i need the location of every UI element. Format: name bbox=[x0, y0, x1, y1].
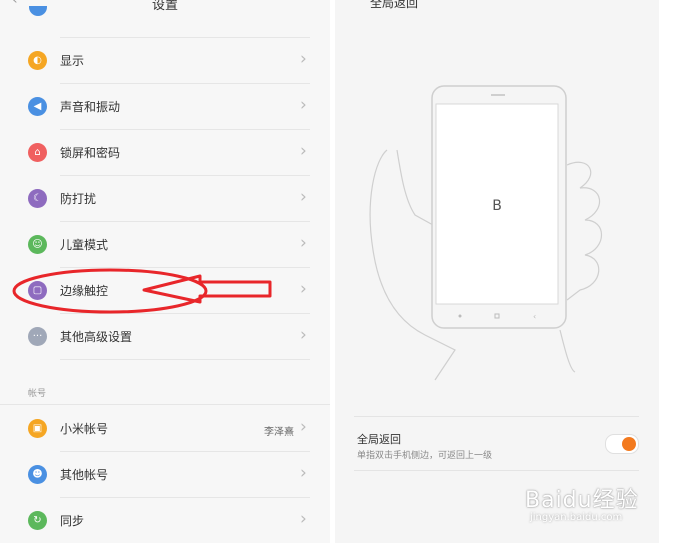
annotation-overlay bbox=[12, 268, 272, 314]
phone-screen-letter: B bbox=[492, 198, 502, 214]
fingers-outline bbox=[566, 161, 602, 301]
phone-illustration: ‹ B bbox=[369, 85, 602, 381]
watermark-logo: Baidu经验 bbox=[525, 488, 639, 513]
thumb-outline bbox=[396, 149, 434, 226]
menu-key-icon bbox=[458, 314, 462, 318]
watermark-url: jingyan.baidu.com bbox=[530, 512, 623, 523]
setting-description: 单指双击手机侧边，可返回上一级 bbox=[357, 451, 493, 461]
setting-label: 全局返回 bbox=[357, 433, 401, 446]
annotation-circle bbox=[12, 268, 208, 314]
divider bbox=[354, 470, 639, 471]
divider bbox=[354, 416, 639, 417]
wrist-outline bbox=[559, 329, 576, 373]
back-key-icon: ‹ bbox=[533, 312, 536, 321]
toggle-knob bbox=[622, 437, 636, 451]
global-back-toggle[interactable] bbox=[605, 434, 639, 454]
back-arrow-icon[interactable]: ‹ bbox=[12, 0, 18, 8]
